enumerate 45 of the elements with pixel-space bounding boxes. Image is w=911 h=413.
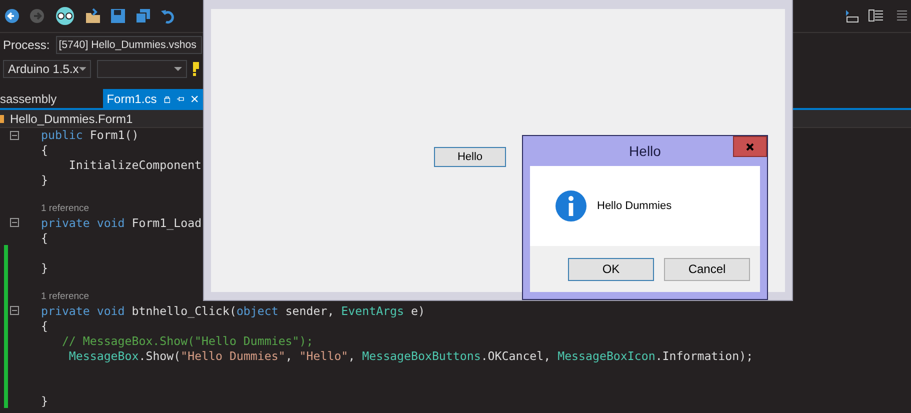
code-line: {: [41, 142, 48, 156]
code-line: private void btnhello_Click(object sender, EventArgs e): [41, 304, 425, 318]
process-dropdown[interactable]: [5740] Hello_Dummies.vshos: [56, 36, 202, 54]
code-line: public Form1(): [41, 128, 139, 142]
help-icon[interactable]: [193, 61, 201, 77]
code-line: private void Form1_Load: [41, 216, 202, 230]
save-icon[interactable]: [110, 8, 126, 24]
file-tab[interactable]: sassembly: [0, 89, 63, 108]
back-icon[interactable]: [4, 8, 20, 24]
close-icon: [745, 142, 755, 152]
collapse-icon[interactable]: [10, 306, 19, 315]
code-line: MessageBox.Show("Hello Dummies", "Hello", MessageBoxButtons.OKCancel, MessageBoxIcon.Information);: [68, 348, 754, 362]
info-icon: [555, 190, 587, 222]
list-icon[interactable]: [868, 8, 884, 24]
dialog-message: Hello Dummies: [597, 200, 672, 212]
code-line: {: [41, 318, 48, 332]
cancel-button[interactable]: Cancel: [664, 258, 750, 280]
hello-button[interactable]: Hello: [434, 147, 506, 167]
class-icon: [0, 112, 6, 124]
close-button[interactable]: [733, 136, 767, 157]
code-line: {: [41, 230, 48, 244]
file-tab[interactable]: Form1.cs: [102, 89, 203, 108]
class-dropdown[interactable]: Hello_Dummies.Form1: [10, 112, 133, 126]
goggles-icon[interactable]: [54, 7, 76, 25]
code-line: }: [41, 172, 48, 186]
close-icon[interactable]: [191, 94, 199, 104]
lock-icon[interactable]: [164, 94, 170, 104]
reference-count[interactable]: 1 reference: [41, 203, 90, 214]
caret-icon: [174, 67, 182, 71]
undo-icon[interactable]: [160, 8, 176, 24]
collapse-icon[interactable]: [10, 131, 19, 140]
collapse-icon[interactable]: [10, 218, 19, 227]
indent-icon[interactable]: [843, 8, 859, 24]
save-all-icon[interactable]: [135, 8, 151, 24]
folder-icon[interactable]: [85, 8, 101, 24]
ok-button[interactable]: OK: [568, 258, 654, 280]
platform-dropdown[interactable]: Arduino 1.5.x: [3, 60, 91, 78]
dialog-title: Hello: [629, 143, 661, 159]
code-line: }: [41, 260, 48, 274]
reference-count[interactable]: 1 reference: [41, 291, 90, 302]
code-line: // MessageBox.Show("Hello Dummies");: [60, 334, 314, 348]
code-line: InitializeComponent: [68, 158, 202, 172]
process-label: Process:: [3, 38, 50, 52]
code-line: }: [41, 394, 48, 408]
caret-icon: [78, 67, 86, 71]
